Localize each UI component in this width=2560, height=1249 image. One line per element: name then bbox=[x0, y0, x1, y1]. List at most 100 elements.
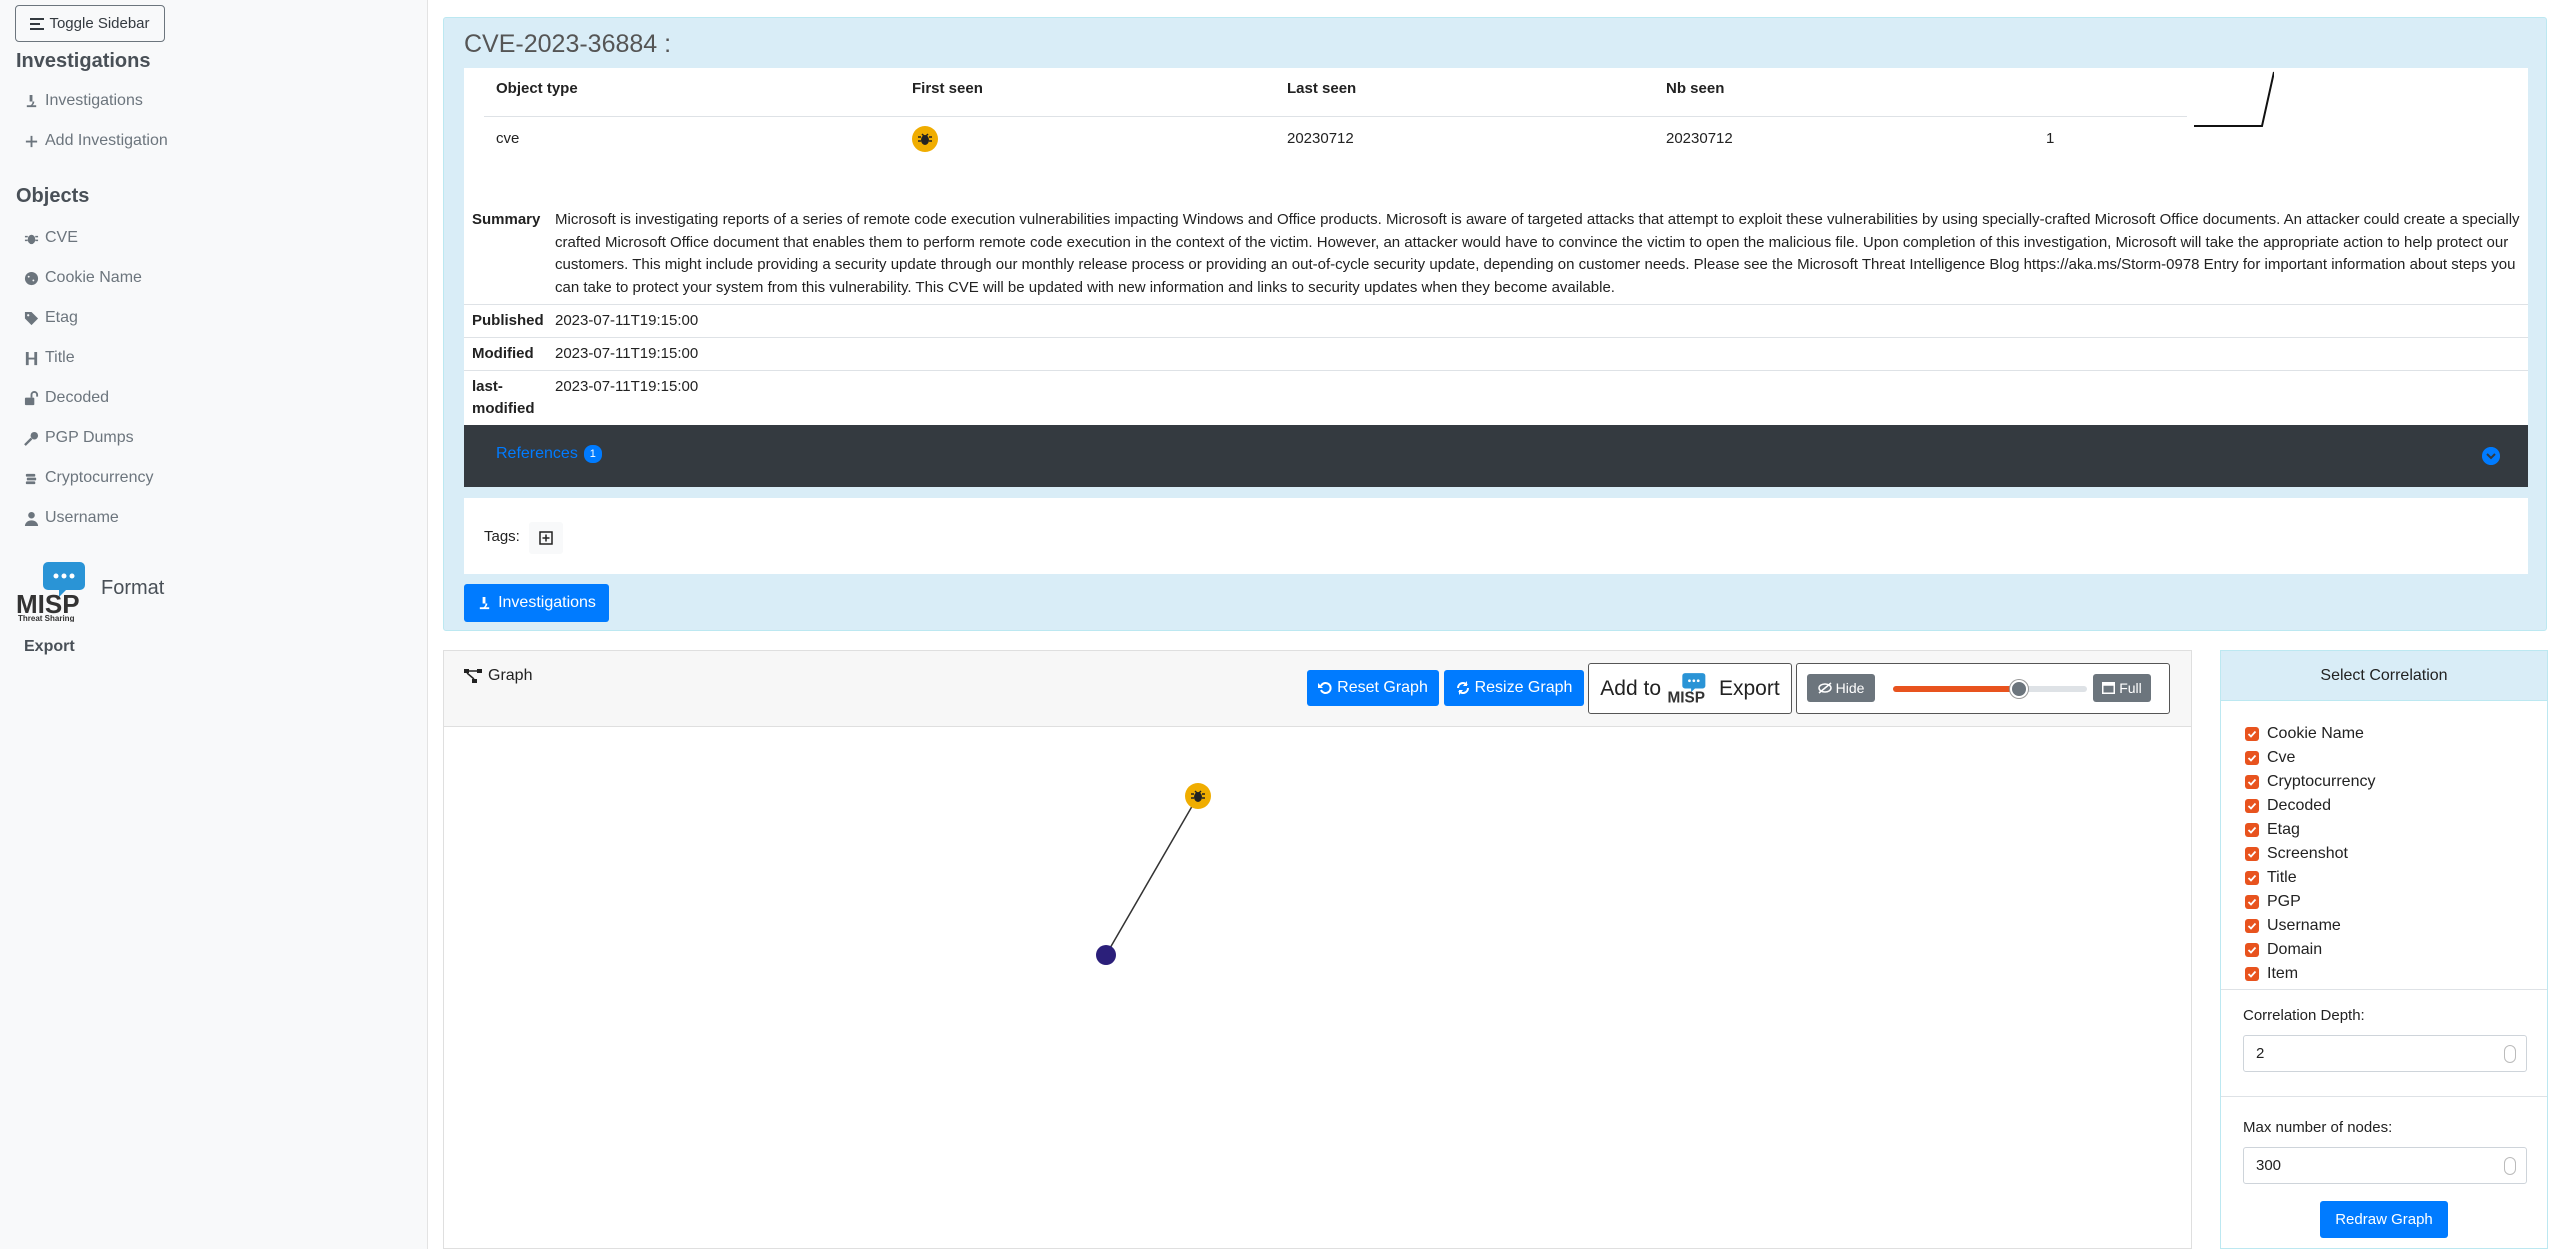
correlation-checkbox-cve[interactable]: Cve bbox=[2245, 749, 2295, 767]
correlation-checkbox-domain[interactable]: Domain bbox=[2245, 941, 2322, 959]
hide-button[interactable]: Hide bbox=[1807, 674, 1875, 702]
col-header-nb-seen: Nb seen bbox=[1666, 80, 1725, 97]
plus-icon bbox=[25, 135, 38, 147]
reset-graph-button[interactable]: Reset Graph bbox=[1307, 670, 1439, 706]
checkbox-checked-icon[interactable] bbox=[2245, 895, 2259, 909]
cell-last-seen-1: 20230712 bbox=[1287, 130, 1354, 147]
sidebar-item-cve[interactable]: CVE bbox=[24, 229, 78, 247]
sidebar-item-add-investigation[interactable]: Add Investigation bbox=[24, 132, 168, 150]
checkbox-checked-icon[interactable] bbox=[2245, 943, 2259, 957]
misp-logo[interactable]: MISP Threat Sharing bbox=[16, 560, 98, 622]
correlation-checkbox-item[interactable]: Item bbox=[2245, 965, 2298, 983]
modified-row: Modified 2023-07-11T19:15:00 bbox=[464, 337, 2528, 370]
cell-object-type: cve bbox=[496, 130, 520, 147]
max-nodes-label: Max number of nodes: bbox=[2243, 1119, 2393, 1136]
checkbox-label: Cve bbox=[2267, 749, 2296, 766]
stepper-icon[interactable] bbox=[2504, 1045, 2516, 1063]
sparkline bbox=[2194, 71, 2274, 127]
project-diagram-icon bbox=[464, 668, 482, 683]
chevron-down-icon[interactable] bbox=[2482, 447, 2500, 465]
cve-title: CVE-2023-36884 : bbox=[464, 30, 672, 58]
redraw-graph-button[interactable]: Redraw Graph bbox=[2320, 1201, 2448, 1238]
microscope-icon bbox=[479, 596, 490, 609]
correlation-checkbox-decoded[interactable]: Decoded bbox=[2245, 797, 2331, 815]
misp-logo-text: MISP bbox=[1668, 689, 1706, 705]
checkbox-checked-icon[interactable] bbox=[2245, 847, 2259, 861]
resize-graph-label: Resize Graph bbox=[1474, 679, 1573, 696]
toggle-sidebar-label: Toggle Sidebar bbox=[49, 15, 150, 32]
checkbox-checked-icon[interactable] bbox=[2245, 799, 2259, 813]
references-toggle[interactable]: References 1 bbox=[496, 445, 602, 463]
sidebar-item-label: PGP Dumps bbox=[45, 429, 134, 446]
col-header-first-seen: First seen bbox=[912, 80, 983, 97]
full-button[interactable]: Full bbox=[2093, 674, 2151, 702]
sidebar-item-etag[interactable]: Etag bbox=[24, 309, 78, 327]
graph-title: Graph bbox=[464, 667, 532, 685]
cookie-icon bbox=[24, 271, 39, 285]
slider-thumb[interactable] bbox=[2010, 680, 2029, 698]
menu-lines-icon bbox=[30, 17, 45, 30]
checkbox-checked-icon[interactable] bbox=[2245, 919, 2259, 933]
summary-text: Microsoft is investigating reports of a … bbox=[555, 211, 2520, 296]
summary-label: Summary bbox=[472, 211, 541, 228]
objects-heading: Objects bbox=[16, 185, 90, 207]
divider bbox=[2221, 1096, 2547, 1097]
hide-button-label: Hide bbox=[1835, 680, 1865, 696]
summary-row: Summary Microsoft is investigating repor… bbox=[464, 204, 2528, 306]
correlation-depth-input[interactable]: 2 bbox=[2243, 1035, 2527, 1072]
correlation-checkbox-title[interactable]: Title bbox=[2245, 869, 2297, 887]
references-bar[interactable]: References 1 bbox=[464, 425, 2528, 487]
add-tag-button[interactable] bbox=[529, 522, 563, 554]
sidebar-item-username[interactable]: Username bbox=[24, 509, 119, 527]
col-header-last-seen: Last seen bbox=[1287, 80, 1357, 97]
select-correlation-title: Select Correlation bbox=[2221, 651, 2547, 701]
graph-node-cve[interactable] bbox=[1185, 783, 1211, 809]
graph-node-root[interactable] bbox=[1096, 945, 1116, 965]
plus-square-icon bbox=[539, 531, 553, 545]
checkbox-checked-icon[interactable] bbox=[2245, 823, 2259, 837]
graph-canvas[interactable] bbox=[444, 728, 2191, 1248]
checkbox-label: Cryptocurrency bbox=[2267, 773, 2376, 790]
sidebar-item-investigations[interactable]: Investigations bbox=[24, 92, 143, 110]
correlation-checkbox-cryptocurrency[interactable]: Cryptocurrency bbox=[2245, 773, 2375, 791]
undo-icon bbox=[1318, 682, 1332, 694]
graph-size-slider[interactable] bbox=[1893, 680, 2087, 698]
tags-label: Tags: bbox=[484, 528, 520, 545]
checkbox-label: Screenshot bbox=[2267, 845, 2348, 862]
correlation-checkbox-screenshot[interactable]: Screenshot bbox=[2245, 845, 2348, 863]
sidebar-item-decoded[interactable]: Decoded bbox=[24, 389, 109, 407]
sidebar-item-pgp-dumps[interactable]: PGP Dumps bbox=[24, 429, 134, 447]
sidebar-item-label: Etag bbox=[45, 309, 78, 326]
correlation-checkbox-pgp[interactable]: PGP bbox=[2245, 893, 2301, 911]
checkbox-checked-icon[interactable] bbox=[2245, 751, 2259, 765]
max-nodes-input[interactable]: 300 bbox=[2243, 1147, 2527, 1184]
checkbox-checked-icon[interactable] bbox=[2245, 871, 2259, 885]
full-button-label: Full bbox=[2119, 680, 2142, 696]
modified-value: 2023-07-11T19:15:00 bbox=[555, 345, 699, 362]
divider bbox=[2221, 989, 2547, 990]
correlation-checkbox-cookie-name[interactable]: Cookie Name bbox=[2245, 725, 2364, 743]
user-icon bbox=[24, 511, 39, 526]
checkbox-checked-icon[interactable] bbox=[2245, 967, 2259, 981]
resize-graph-button[interactable]: Resize Graph bbox=[1444, 670, 1584, 706]
export-label: Export bbox=[1719, 676, 1780, 700]
export-link[interactable]: Export bbox=[24, 638, 75, 656]
sidebar-item-cookie-name[interactable]: Cookie Name bbox=[24, 269, 142, 287]
published-value: 2023-07-11T19:15:00 bbox=[555, 312, 699, 329]
stepper-icon[interactable] bbox=[2504, 1157, 2516, 1175]
microscope-icon bbox=[26, 94, 37, 107]
checkbox-checked-icon[interactable] bbox=[2245, 775, 2259, 789]
checkbox-label: Username bbox=[2267, 917, 2341, 934]
sidebar-item-label: Add Investigation bbox=[45, 132, 168, 149]
investigations-button[interactable]: Investigations bbox=[464, 584, 609, 622]
references-label: References bbox=[496, 445, 578, 462]
sidebar-item-title[interactable]: Title bbox=[24, 349, 75, 367]
correlation-checkbox-username[interactable]: Username bbox=[2245, 917, 2341, 935]
add-to-misp-export-button[interactable]: Add to MISP Export bbox=[1588, 663, 1792, 714]
checkbox-label: Item bbox=[2267, 965, 2299, 982]
sidebar-item-cryptocurrency[interactable]: Cryptocurrency bbox=[24, 469, 153, 487]
toggle-sidebar-button[interactable]: Toggle Sidebar bbox=[15, 5, 165, 42]
unlock-icon bbox=[24, 390, 39, 405]
checkbox-checked-icon[interactable] bbox=[2245, 727, 2259, 741]
correlation-checkbox-etag[interactable]: Etag bbox=[2245, 821, 2300, 839]
